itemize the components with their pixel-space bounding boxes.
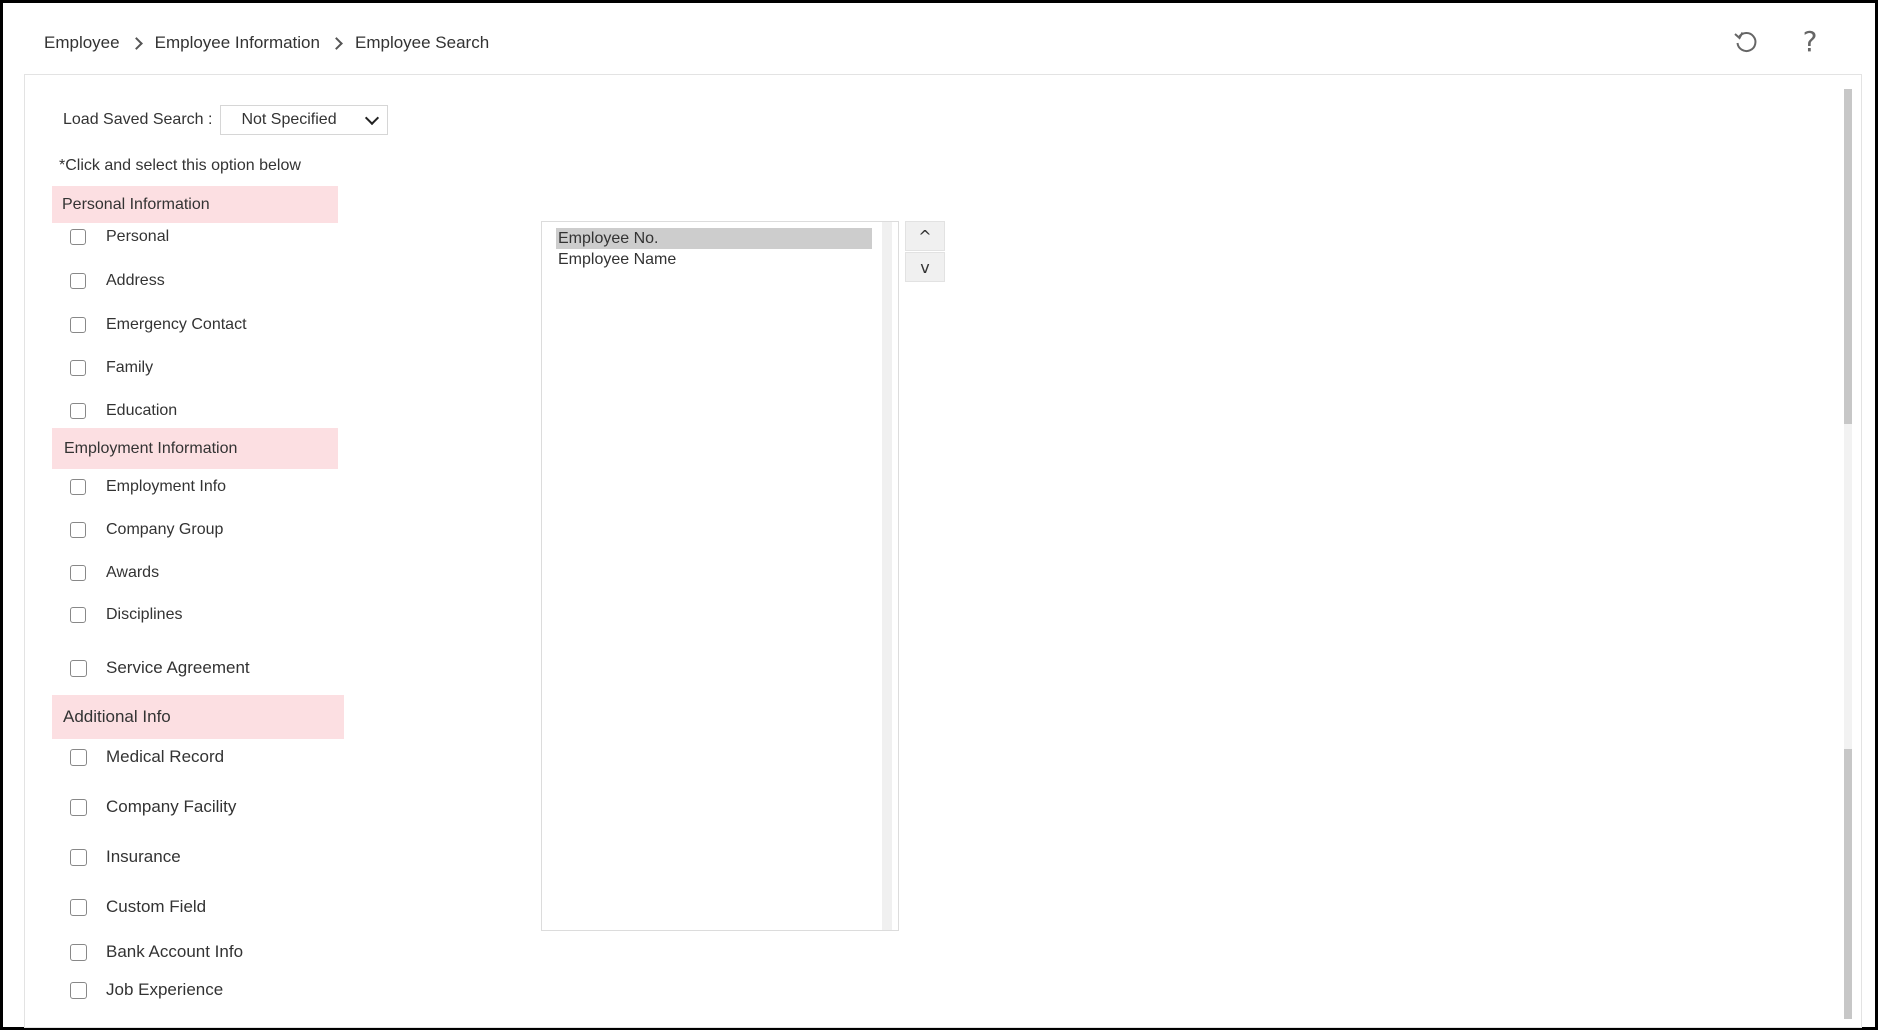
chevron-down-icon (365, 110, 380, 125)
help-glyph: ? (1802, 25, 1818, 58)
load-saved-search-label: Load Saved Search : (63, 111, 213, 128)
checkbox-insurance[interactable]: Insurance (70, 847, 181, 867)
checkbox-service-agreement[interactable]: Service Agreement (70, 658, 250, 678)
breadcrumb-employee-information[interactable]: Employee Information (155, 33, 320, 53)
checkbox-box[interactable] (70, 229, 86, 245)
checkbox-label: Bank Account Info (106, 942, 244, 961)
breadcrumb: Employee Employee Information Employee S… (44, 33, 489, 53)
section-header-personal: Personal Information (52, 186, 338, 223)
scrollbar-thumb-lower[interactable] (1844, 749, 1852, 1019)
checkbox-label: Custom Field (106, 897, 207, 916)
chevron-right-icon (330, 36, 343, 50)
checkbox-box[interactable] (70, 273, 86, 289)
checkbox-label: Emergency Contact (106, 316, 247, 333)
search-panel: Load Saved Search : Not Specified *Click… (24, 74, 1862, 1028)
selected-columns-listbox[interactable]: Employee No. Employee Name (541, 221, 899, 931)
checkbox-family[interactable]: Family (70, 359, 153, 377)
checkbox-box[interactable] (70, 748, 87, 766)
checkbox-label: Company Facility (106, 797, 237, 816)
order-buttons: ^ v (905, 221, 945, 282)
list-option-employee-name[interactable]: Employee Name (556, 249, 872, 270)
help-icon[interactable]: ? (1795, 27, 1825, 57)
checkbox-box[interactable] (70, 607, 86, 623)
checkbox-label: Address (106, 272, 165, 289)
checkbox-job-experience[interactable]: Job Experience (70, 980, 223, 1000)
checkbox-label: Awards (106, 564, 160, 581)
load-saved-search-row: Load Saved Search : Not Specified (63, 105, 389, 135)
checkbox-box[interactable] (70, 317, 86, 333)
checkbox-awards[interactable]: Awards (70, 564, 159, 582)
checkbox-education[interactable]: Education (70, 402, 177, 420)
checkbox-label: Medical Record (106, 747, 225, 766)
checkbox-box[interactable] (70, 659, 87, 677)
chevron-right-icon (129, 36, 143, 50)
list-option-employee-no[interactable]: Employee No. (556, 228, 872, 249)
checkbox-personal[interactable]: Personal (70, 228, 169, 246)
checkbox-label: Personal (106, 228, 170, 245)
checkbox-emergency-contact[interactable]: Emergency Contact (70, 316, 247, 334)
move-up-button[interactable]: ^ (905, 221, 945, 251)
checkbox-box[interactable] (70, 848, 87, 866)
load-saved-search-value: Not Specified (241, 111, 337, 128)
selection-hint: *Click and select this option below (59, 157, 301, 174)
checkbox-label: Service Agreement (106, 658, 250, 677)
breadcrumb-employee[interactable]: Employee (44, 33, 120, 53)
checkbox-label: Education (106, 402, 178, 419)
checkbox-box[interactable] (70, 981, 87, 999)
refresh-icon[interactable] (1731, 27, 1761, 57)
section-header-additional: Additional Info (52, 695, 344, 739)
checkbox-box[interactable] (70, 522, 86, 538)
checkbox-label: Family (106, 359, 154, 376)
checkbox-bank-account-info[interactable]: Bank Account Info (70, 942, 243, 962)
checkbox-label: Insurance (106, 847, 181, 866)
checkbox-label: Company Group (106, 521, 224, 538)
page-scrollbar[interactable] (1844, 89, 1852, 1019)
checkbox-label: Disciplines (106, 606, 183, 623)
load-saved-search-select[interactable]: Not Specified (220, 105, 389, 135)
scrollbar-thumb[interactable] (1844, 89, 1852, 424)
checkbox-disciplines[interactable]: Disciplines (70, 606, 182, 624)
checkbox-box[interactable] (70, 403, 86, 419)
checkbox-box[interactable] (70, 479, 86, 495)
checkbox-box[interactable] (70, 565, 86, 581)
checkbox-label: Job Experience (106, 980, 224, 999)
header-actions: ? (1731, 27, 1825, 57)
checkbox-box[interactable] (70, 943, 87, 961)
checkbox-employment-info[interactable]: Employment Info (70, 478, 226, 496)
checkbox-label: Employment Info (106, 478, 227, 495)
checkbox-custom-field[interactable]: Custom Field (70, 897, 206, 917)
app-window: Employee Employee Information Employee S… (0, 0, 1878, 1030)
breadcrumb-employee-search: Employee Search (354, 33, 490, 52)
move-down-button[interactable]: v (905, 252, 945, 282)
checkbox-company-group[interactable]: Company Group (70, 521, 223, 539)
checkbox-box[interactable] (70, 898, 87, 916)
checkbox-company-facility[interactable]: Company Facility (70, 797, 236, 817)
checkbox-box[interactable] (70, 360, 86, 376)
checkbox-address[interactable]: Address (70, 272, 165, 290)
section-header-employment: Employment Information (52, 428, 338, 469)
listbox-scrollbar[interactable] (882, 222, 892, 930)
checkbox-medical-record[interactable]: Medical Record (70, 747, 224, 767)
checkbox-box[interactable] (70, 798, 87, 816)
